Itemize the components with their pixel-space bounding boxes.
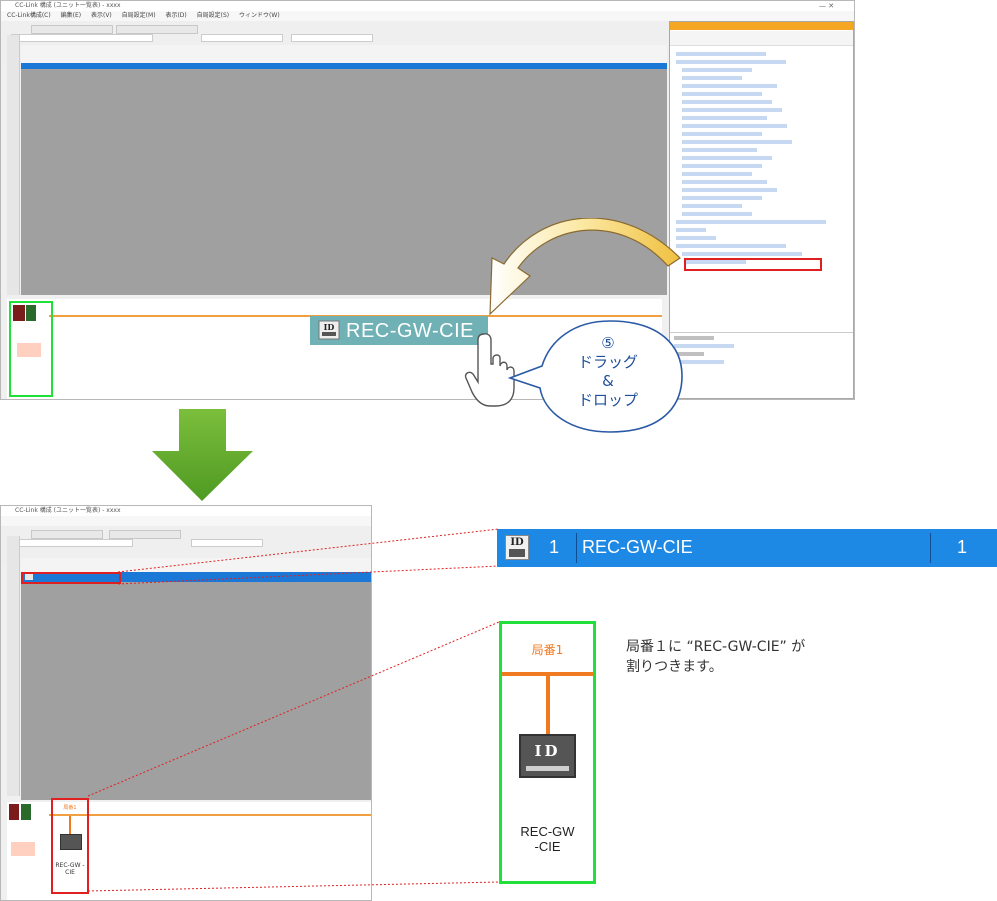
step-number: ⑤ [601, 334, 615, 352]
callout-line-1: ドラッグ [577, 353, 638, 371]
station-number: 1 [549, 537, 560, 557]
station-count: 1 [957, 537, 968, 557]
drop-line [546, 676, 550, 736]
master-station-box[interactable] [9, 301, 53, 397]
toolbar-button[interactable] [116, 25, 198, 34]
dragged-module-name: REC-GW-CIE [346, 320, 474, 342]
id-device-icon: ID [318, 320, 340, 340]
plc-module-icon [13, 305, 25, 321]
station-label: 局番1 [531, 643, 564, 657]
device-name: REC-GW -CIE [520, 824, 575, 854]
id-device-icon: ID [519, 734, 576, 778]
id-device-icon: ID [505, 535, 529, 560]
mode-select[interactable] [201, 34, 283, 42]
window-title: CC-Link 構成 (ユニット一覧表) - xxxx [1, 1, 854, 11]
menu-bar[interactable]: CC-Link構成(C) 編集(E) 表示(V) 自局設定(M) 表示(D) 自… [1, 11, 854, 21]
station-note [17, 343, 41, 357]
window-controls[interactable]: — ✕ [819, 2, 834, 10]
top-screenshot: CC-Link 構成 (ユニット一覧表) - xxxx — ✕ CC-Link構… [0, 0, 855, 400]
zoomed-station-row[interactable]: ID 1 REC-GW-CIE 1 [497, 529, 997, 567]
module-panel-header [670, 22, 853, 30]
callout-line-2: & [602, 372, 614, 390]
grid-header [21, 45, 667, 64]
model-name: REC-GW-CIE [582, 537, 693, 557]
curved-arrow-icon [489, 218, 681, 316]
description-text: 局番１に “REC-GW-CIE” が 割りつきます。 [626, 639, 806, 675]
module-list-panel [669, 21, 854, 399]
rec-gw-cie-highlight [684, 258, 822, 271]
svg-text:ID: ID [324, 322, 335, 332]
link-scan-field[interactable] [291, 34, 373, 42]
station-count-field[interactable] [11, 34, 153, 42]
down-arrow-icon [152, 409, 253, 501]
toolbar-button[interactable] [31, 25, 113, 34]
zoomed-station-box: 局番1 ID REC-GW -CIE [499, 621, 596, 884]
module-panel-toolbar[interactable] [670, 31, 853, 46]
left-strip [7, 35, 20, 295]
plc-module-icon [26, 305, 36, 321]
callout-text: ⑤ ドラッグ & ドロップ [566, 334, 650, 410]
callout-line-3: ドロップ [577, 391, 638, 409]
